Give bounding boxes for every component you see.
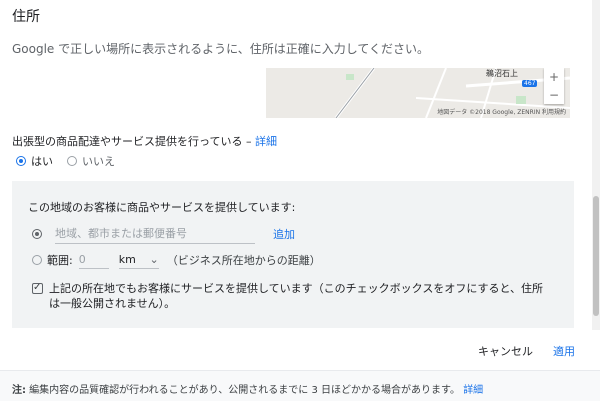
map-zoom-controls: + − xyxy=(544,68,564,104)
service-area-panel: この地域のお客様に商品やサービスを提供しています: 地域、都市または郵便番号 追… xyxy=(12,181,574,328)
add-area-button[interactable]: 追加 xyxy=(273,226,295,242)
radio-yes-label[interactable]: はい xyxy=(31,153,53,169)
area-row: 地域、都市または郵便番号 追加 xyxy=(32,223,295,244)
apply-button[interactable]: 適用 xyxy=(553,343,575,359)
scrollbar-track[interactable] xyxy=(592,0,600,330)
footer-note: 注: 編集内容の品質確認が行われることがあり、公開されるまでに 3 日ほどかかる… xyxy=(0,370,600,401)
zoom-in-button[interactable]: + xyxy=(544,68,564,86)
radio-yes[interactable] xyxy=(16,156,26,166)
range-input[interactable]: 0 xyxy=(78,251,109,269)
serve-at-location-checkbox[interactable] xyxy=(32,280,43,295)
map-attribution[interactable]: 地図データ ©2018 Google, ZENRIN 利用規約 xyxy=(437,107,566,116)
scrollbar-thumb[interactable] xyxy=(593,196,599,316)
map-place-label: 鵜沼石上 xyxy=(486,69,518,78)
zoom-out-button[interactable]: − xyxy=(544,86,564,104)
delivery-details-link[interactable]: 詳細 xyxy=(255,135,277,148)
chevron-down-icon: ⌄ xyxy=(149,253,159,266)
footer-text: 注: 編集内容の品質確認が行われることがあり、公開されるまでに 3 日ほどかかる… xyxy=(12,381,483,396)
range-row: 範囲: 0 km ⌄ （ビジネス所在地からの距離） xyxy=(32,251,321,269)
serve-at-location-label[interactable]: 上記の所在地でもお客様にサービスを提供しています（このチェックボックスをオフにす… xyxy=(49,281,552,311)
footer-note-text: 編集内容の品質確認が行われることがあり、公開されるまでに 3 日ほどかかる場合が… xyxy=(26,385,460,396)
delivery-question: 出張型の商品配達やサービス提供を行っている – 詳細 xyxy=(12,133,277,149)
delivery-question-text: 出張型の商品配達やサービス提供を行っている – xyxy=(12,135,252,148)
page-description: Google で正しい場所に表示されるように、住所は正確に入力してください。 xyxy=(12,42,430,56)
radio-no[interactable] xyxy=(67,156,77,166)
route-badge: 467 xyxy=(522,80,538,87)
footer-note-prefix: 注: xyxy=(12,385,26,396)
footer-details-link[interactable]: 詳細 xyxy=(463,385,483,396)
page-title: 住所 xyxy=(12,9,40,25)
range-note: （ビジネス所在地からの距離） xyxy=(166,254,321,267)
cancel-button[interactable]: キャンセル xyxy=(478,343,533,359)
radio-no-label[interactable]: いいえ xyxy=(82,153,115,169)
unit-select[interactable]: km ⌄ xyxy=(118,251,159,269)
delivery-radio-group: はい いいえ xyxy=(16,153,115,169)
range-label: 範囲: xyxy=(47,254,73,267)
area-input[interactable]: 地域、都市または郵便番号 xyxy=(55,223,255,244)
radio-area[interactable] xyxy=(32,228,42,239)
serve-at-location-checkbox-row[interactable]: 上記の所在地でもお客様にサービスを提供しています（このチェックボックスをオフにす… xyxy=(32,280,552,311)
map-preview[interactable]: 鵜沼石上 467 + − 地図データ ©2018 Google, ZENRIN … xyxy=(266,68,570,118)
unit-value: km xyxy=(118,253,136,266)
service-area-title: この地域のお客様に商品やサービスを提供しています: xyxy=(28,201,296,214)
radio-range[interactable] xyxy=(32,255,42,265)
